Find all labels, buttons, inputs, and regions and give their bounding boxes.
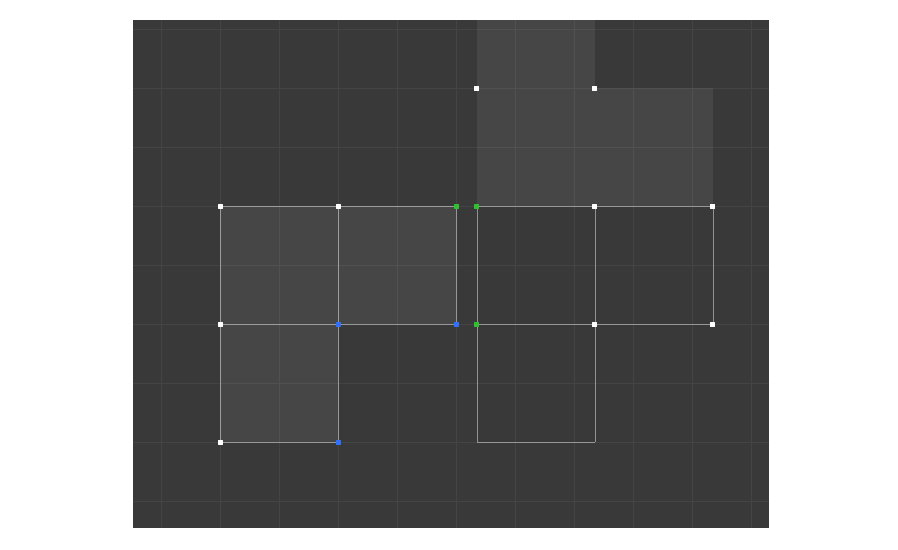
uv-edge-inner[interactable] — [477, 324, 595, 325]
grid-line-v — [161, 20, 162, 528]
uv-edge[interactable] — [220, 442, 338, 443]
uv-vertex[interactable] — [710, 204, 715, 209]
uv-editor-viewport[interactable] — [133, 20, 769, 528]
uv-vertex[interactable] — [710, 322, 715, 327]
grid-line-v — [751, 20, 752, 528]
uv-vertex[interactable] — [474, 86, 479, 91]
uv-edge-inner[interactable] — [595, 206, 596, 324]
grid-line-h — [133, 501, 769, 502]
uv-edge[interactable] — [477, 206, 478, 324]
uv-edge-inner[interactable] — [220, 324, 338, 325]
uv-edge[interactable] — [477, 324, 478, 442]
uv-edge-inner[interactable] — [338, 206, 339, 324]
uv-vertex[interactable] — [474, 322, 479, 327]
uv-vertex[interactable] — [454, 322, 459, 327]
uv-vertex[interactable] — [336, 204, 341, 209]
uv-vertex[interactable] — [474, 204, 479, 209]
uv-vertex[interactable] — [218, 440, 223, 445]
uv-edge[interactable] — [477, 442, 595, 443]
grid-line-h — [133, 29, 769, 30]
uv-vertex[interactable] — [592, 204, 597, 209]
uv-vertex[interactable] — [592, 322, 597, 327]
uv-vertex[interactable] — [336, 322, 341, 327]
uv-face[interactable] — [220, 324, 338, 442]
uv-edge[interactable] — [338, 324, 339, 442]
uv-face[interactable] — [220, 206, 338, 324]
uv-face[interactable] — [477, 88, 595, 206]
uv-edge[interactable] — [595, 324, 596, 442]
uv-vertex[interactable] — [454, 204, 459, 209]
uv-face[interactable] — [338, 206, 456, 324]
uv-vertex[interactable] — [218, 322, 223, 327]
uv-face[interactable] — [595, 88, 713, 206]
uv-edge[interactable] — [713, 206, 714, 324]
uv-edge[interactable] — [456, 206, 457, 324]
uv-vertex[interactable] — [336, 440, 341, 445]
uv-vertex[interactable] — [592, 86, 597, 91]
uv-vertex[interactable] — [218, 204, 223, 209]
uv-edge[interactable] — [595, 324, 713, 325]
uv-face[interactable] — [477, 20, 595, 88]
uv-edge[interactable] — [338, 324, 456, 325]
